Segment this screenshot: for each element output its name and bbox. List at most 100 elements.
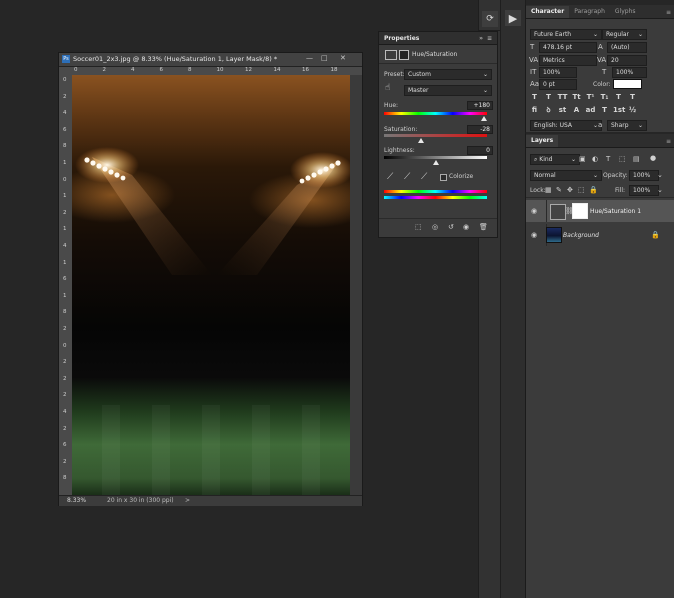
filter-smart-object-icon[interactable]: ▤ <box>633 155 640 163</box>
opentype-button[interactable]: ½ <box>627 106 638 116</box>
layer-filter-dropdown[interactable]: ⌕ Kind ⌄ <box>530 154 580 165</box>
saturation-slider-thumb[interactable] <box>418 138 425 143</box>
channel-dropdown[interactable]: Master ⌄ <box>404 85 492 96</box>
text-style-button[interactable]: T₁ <box>599 93 610 103</box>
colorize-checkbox[interactable] <box>440 174 447 181</box>
eye-icon[interactable]: ◉ <box>531 207 537 215</box>
text-style-button[interactable]: T <box>543 93 554 103</box>
opentype-button[interactable]: ad <box>585 106 596 116</box>
lightness-slider[interactable] <box>384 156 487 159</box>
lock-all-icon[interactable]: 🔒 <box>589 186 598 194</box>
close-button[interactable]: ✕ <box>340 54 346 62</box>
font-family-dropdown[interactable]: Future Earth ⌄ <box>530 29 602 40</box>
opentype-button[interactable]: A <box>571 106 582 116</box>
panel-menu-icon[interactable]: ≡ <box>666 138 671 145</box>
mask-icon[interactable] <box>399 50 409 60</box>
lightness-slider-thumb[interactable] <box>432 160 439 165</box>
opentype-button[interactable]: ꝺ <box>543 106 554 116</box>
baseline-shift-field[interactable]: 0 pt <box>539 79 577 90</box>
layer-name[interactable]: Hue/Saturation 1 <box>590 208 641 215</box>
saturation-field[interactable]: -28 <box>467 125 493 134</box>
text-style-button[interactable]: T¹ <box>585 93 596 103</box>
vertical-scrollbar[interactable] <box>350 75 362 495</box>
layers-panel: Layers ≡ ⌕ Kind ⌄ ▣ ◐ T ⬚ ▤ ● Normal ⌄ O… <box>525 134 674 598</box>
filter-pixel-icon[interactable]: ▣ <box>579 155 586 163</box>
blend-mode-dropdown[interactable]: Normal ⌄ <box>530 170 602 181</box>
document-canvas[interactable] <box>72 75 350 495</box>
fill-field[interactable]: 100% <box>629 185 659 196</box>
preset-dropdown[interactable]: Custom ⌄ <box>404 69 492 80</box>
opentype-button[interactable]: 1st <box>613 106 625 116</box>
text-color-swatch[interactable] <box>613 79 642 89</box>
text-style-button[interactable]: Tt <box>571 93 582 103</box>
maximize-button[interactable]: □ <box>321 54 328 62</box>
chevron-down-icon: ⌄ <box>637 122 643 129</box>
vertical-ruler[interactable]: 0246810121416182022242628 <box>59 75 73 497</box>
hue-slider-thumb[interactable] <box>481 116 487 121</box>
visibility-eye-icon[interactable]: ◉ <box>463 223 469 231</box>
tab-paragraph[interactable]: Paragraph <box>569 6 610 18</box>
properties-header[interactable]: Properties » ≡ <box>379 32 497 45</box>
layer-name[interactable]: Background <box>563 232 599 239</box>
horizontal-scale-field[interactable]: 100% <box>612 67 647 78</box>
tab-character[interactable]: Character <box>526 6 570 18</box>
document-info[interactable]: 20 in x 30 in (300 ppi) <box>107 497 174 504</box>
status-menu-icon[interactable]: > <box>185 497 190 504</box>
opentype-button[interactable]: st <box>557 106 568 116</box>
eyedropper-icon[interactable]: ⟋ <box>387 172 393 182</box>
document-tab[interactable]: Ps Soccer01_2x3.jpg @ 8.33% (Hue/Saturat… <box>59 53 362 67</box>
filter-toggle-icon[interactable]: ● <box>650 154 656 162</box>
panel-menu-icon[interactable]: ≡ <box>487 35 492 42</box>
text-style-button[interactable]: T <box>529 93 540 103</box>
zoom-level[interactable]: 8.33% <box>67 497 86 504</box>
text-style-button[interactable]: T <box>613 93 624 103</box>
filter-shape-icon[interactable]: ⬚ <box>619 155 626 163</box>
lightness-field[interactable]: 0 <box>467 146 493 155</box>
hue-slider[interactable] <box>384 112 487 115</box>
tab-layers[interactable]: Layers <box>526 135 559 147</box>
layer-mask-thumbnail[interactable] <box>572 203 588 219</box>
tab-glyphs[interactable]: Glyphs <box>610 6 641 18</box>
ruler-tick-label: 0 <box>63 176 67 183</box>
antialias-dropdown[interactable]: Sharp ⌄ <box>607 120 647 131</box>
lock-transparent-icon[interactable]: ▦ <box>545 186 552 194</box>
hue-field[interactable]: +180 <box>467 101 493 110</box>
lock-position-icon[interactable]: ✥ <box>567 186 573 194</box>
opentype-button[interactable]: T <box>599 106 610 116</box>
ruler-origin[interactable] <box>59 67 72 75</box>
language-dropdown[interactable]: English: USA ⌄ <box>530 120 602 131</box>
panel-menu-icon[interactable]: ≡ <box>666 9 671 16</box>
saturation-slider[interactable] <box>384 134 487 137</box>
eyedropper-plus-icon[interactable]: ⟋ <box>404 172 410 182</box>
view-previous-icon[interactable]: ◎ <box>432 223 438 231</box>
filter-adjustment-icon[interactable]: ◐ <box>592 155 598 163</box>
tracking-value: 20 <box>611 57 619 64</box>
chevron-down-icon[interactable]: ⌄ <box>657 171 663 179</box>
lock-pixels-icon[interactable]: ✎ <box>556 186 562 194</box>
font-size-field[interactable]: 478.16 pt <box>539 42 597 53</box>
trash-icon[interactable]: 🗑 <box>479 223 488 231</box>
on-image-adjust-icon[interactable]: ☝ <box>385 83 390 93</box>
layer-row-background[interactable]: ◉ Background 🔒 <box>526 224 674 246</box>
collapse-icon[interactable]: » <box>479 35 483 42</box>
layer-row-hue-saturation[interactable]: ◉ ⛓ Hue/Saturation 1 <box>526 200 674 222</box>
minimize-button[interactable]: — <box>306 54 313 62</box>
leading-field[interactable]: (Auto) <box>607 42 647 53</box>
eyedropper-minus-icon[interactable]: ⟋ <box>421 172 427 182</box>
play-icon[interactable]: ▶ <box>505 10 521 26</box>
clip-to-layer-icon[interactable]: ⬚ <box>415 223 422 231</box>
font-style-dropdown[interactable]: Regular ⌄ <box>602 29 647 40</box>
reset-icon[interactable]: ↺ <box>448 223 454 231</box>
text-style-button[interactable]: T <box>627 93 638 103</box>
filter-type-icon[interactable]: T <box>606 155 610 163</box>
text-style-button[interactable]: TT <box>557 93 568 103</box>
history-icon[interactable]: ⟳ <box>482 11 498 27</box>
eye-icon[interactable]: ◉ <box>531 231 537 239</box>
vertical-scale-field[interactable]: 100% <box>539 67 577 78</box>
tracking-field[interactable]: 20 <box>607 55 647 66</box>
opacity-field[interactable]: 100% <box>629 170 659 181</box>
chevron-down-icon[interactable]: ⌄ <box>657 186 663 194</box>
kerning-field[interactable]: Metrics <box>539 55 597 66</box>
lock-artboard-icon[interactable]: ⬚ <box>578 186 585 194</box>
opentype-button[interactable]: fi <box>529 106 540 116</box>
